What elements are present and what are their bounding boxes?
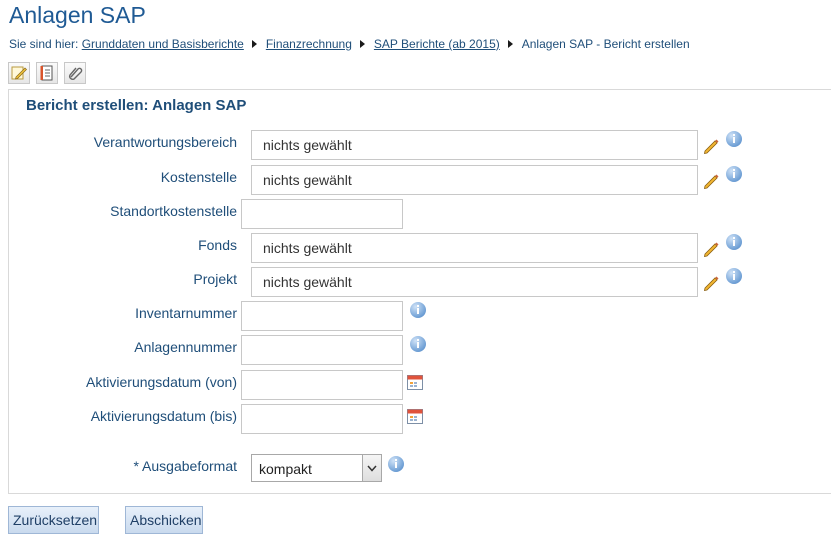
aktivierungsdatum-von-input[interactable] — [241, 370, 403, 400]
pencil-icon[interactable] — [702, 171, 720, 189]
fonds-selector[interactable]: nichts gewählt — [251, 233, 698, 263]
info-icon[interactable] — [726, 268, 742, 284]
field-label: Aktivierungsdatum (von) — [86, 374, 237, 390]
calendar-icon[interactable] — [407, 374, 423, 390]
field-label: Inventarnummer — [135, 305, 237, 321]
form-list-icon — [40, 65, 53, 81]
edit-button[interactable] — [8, 62, 30, 84]
inventarnummer-input[interactable] — [241, 301, 403, 331]
field-row-aktivierungsdatum-bis: Aktivierungsdatum (bis) — [0, 404, 831, 434]
field-row-verantwortungsbereich: Verantwortungsbereich nichts gewählt — [0, 130, 831, 160]
pencil-icon[interactable] — [702, 136, 720, 154]
reset-button[interactable]: Zurücksetzen — [8, 506, 99, 534]
chevron-down-icon[interactable] — [362, 455, 381, 481]
submit-button[interactable]: Abschicken — [125, 506, 203, 534]
info-icon[interactable] — [388, 456, 404, 472]
edit-icon — [11, 66, 27, 80]
select-value: kompakt — [259, 461, 312, 477]
anlagennummer-input[interactable] — [241, 335, 403, 365]
breadcrumb-arrow-icon — [507, 40, 513, 48]
field-row-anlagennummer: Anlagennummer — [0, 335, 831, 365]
info-icon[interactable] — [410, 302, 426, 318]
verantwortungsbereich-selector[interactable]: nichts gewählt — [251, 130, 698, 160]
breadcrumb-arrow-icon — [359, 40, 365, 48]
pencil-icon[interactable] — [702, 239, 720, 257]
field-label: Standortkostenstelle — [110, 203, 237, 219]
field-label: Anlagennummer — [134, 339, 237, 355]
breadcrumb-current: Anlagen SAP - Bericht erstellen — [521, 37, 690, 51]
field-label: Verantwortungsbereich — [93, 134, 237, 150]
field-label: Kostenstelle — [160, 169, 237, 185]
projekt-selector[interactable]: nichts gewählt — [251, 267, 698, 297]
field-row-ausgabeformat: * Ausgabeformat kompakt — [0, 454, 831, 484]
info-icon[interactable] — [726, 166, 742, 182]
toolbar — [8, 62, 86, 84]
ausgabeformat-select[interactable]: kompakt — [251, 454, 382, 482]
field-row-kostenstelle: Kostenstelle nichts gewählt — [0, 165, 831, 195]
breadcrumb-link-finanzrechnung[interactable]: Finanzrechnung — [266, 37, 352, 51]
breadcrumb-arrow-icon — [251, 40, 257, 48]
field-label: Aktivierungsdatum (bis) — [90, 408, 237, 424]
breadcrumb-link-grunddaten[interactable]: Grunddaten und Basisberichte — [82, 37, 244, 51]
field-label: Fonds — [198, 237, 237, 253]
attachment-button[interactable] — [64, 62, 86, 84]
pencil-icon[interactable] — [702, 273, 720, 291]
field-row-aktivierungsdatum-von: Aktivierungsdatum (von) — [0, 370, 831, 400]
kostenstelle-selector[interactable]: nichts gewählt — [251, 165, 698, 195]
field-row-fonds: Fonds nichts gewählt — [0, 233, 831, 263]
field-label: Projekt — [193, 271, 237, 287]
aktivierungsdatum-bis-input[interactable] — [241, 404, 403, 434]
breadcrumb: Sie sind hier: Grunddaten und Basisberic… — [9, 37, 690, 51]
field-label: * Ausgabeformat — [133, 458, 237, 474]
field-row-standortkostenstelle: Standortkostenstelle — [0, 199, 831, 229]
field-row-inventarnummer: Inventarnummer — [0, 301, 831, 331]
form-list-button[interactable] — [36, 62, 58, 84]
info-icon[interactable] — [410, 336, 426, 352]
standortkostenstelle-input[interactable] — [241, 199, 403, 229]
breadcrumb-prefix: Sie sind hier: — [9, 37, 79, 51]
paperclip-icon — [69, 67, 83, 80]
breadcrumb-link-sap-berichte[interactable]: SAP Berichte (ab 2015) — [374, 37, 500, 51]
field-row-projekt: Projekt nichts gewählt — [0, 267, 831, 297]
info-icon[interactable] — [726, 234, 742, 250]
page-title: Anlagen SAP — [9, 2, 146, 28]
form-title: Bericht erstellen: Anlagen SAP — [26, 97, 247, 114]
info-icon[interactable] — [726, 131, 742, 147]
calendar-icon[interactable] — [407, 408, 423, 424]
